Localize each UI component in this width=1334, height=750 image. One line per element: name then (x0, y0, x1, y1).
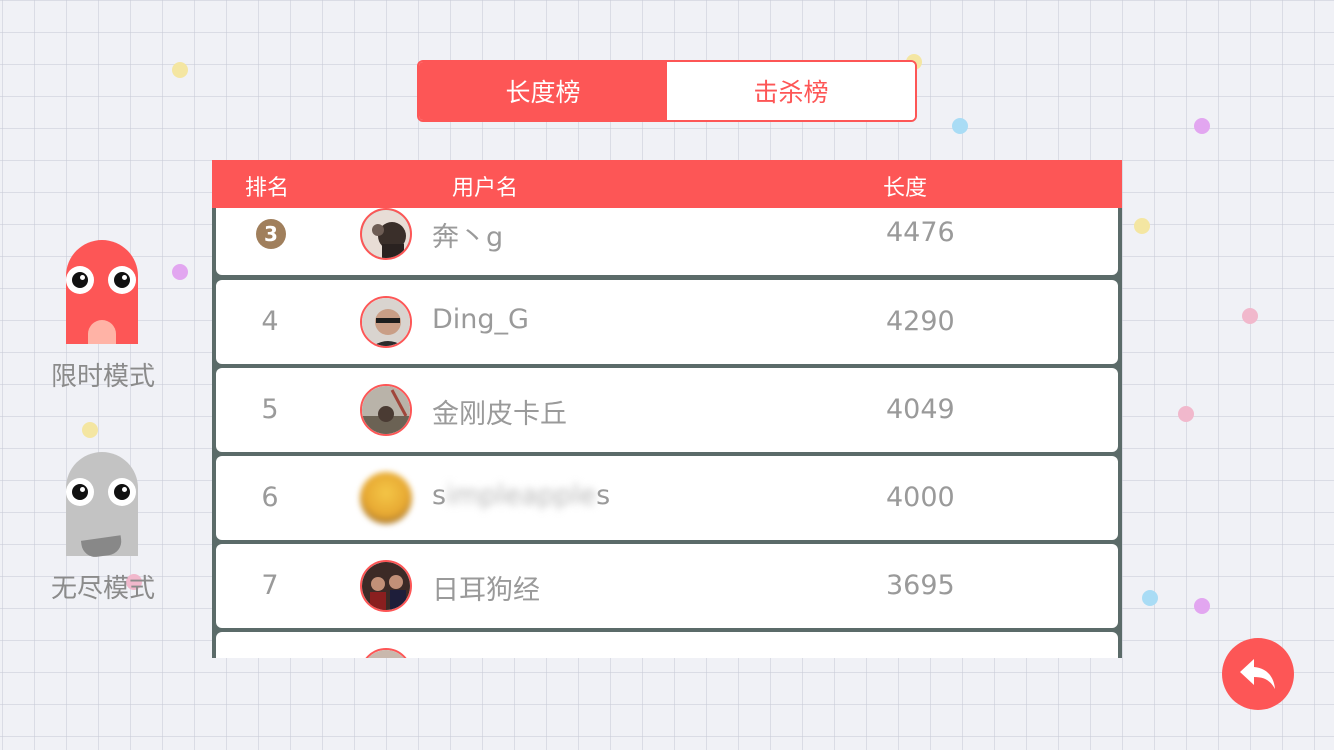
avatar (360, 208, 412, 260)
leaderboard-tabs: 长度榜 击杀榜 (417, 60, 917, 122)
table-row[interactable]: 7 日耳狗经 3695 (216, 544, 1118, 628)
tab-kills[interactable]: 击杀榜 (667, 62, 915, 120)
table-row[interactable]: 6 simpleapples 4000 (216, 456, 1118, 540)
timed-mode-button[interactable]: 限时模式 (40, 240, 166, 392)
table-row[interactable]: 4 Ding_G 4290 (216, 280, 1118, 364)
length-value: 3695 (886, 570, 955, 601)
table-row[interactable] (216, 632, 1118, 658)
username: 金刚皮卡丘 (432, 399, 567, 430)
gray-snake-icon (66, 452, 138, 559)
endless-mode-label: 无尽模式 (50, 574, 155, 604)
username: 日耳狗经 (432, 575, 540, 606)
food-dot (1134, 218, 1150, 234)
length-value: 4049 (886, 394, 955, 425)
length-value: 4290 (886, 306, 955, 337)
back-button[interactable] (1222, 638, 1294, 710)
food-dot (172, 264, 188, 280)
back-arrow-icon (1240, 659, 1275, 689)
rank-number: 5 (261, 394, 279, 425)
header-rank: 排名 (245, 176, 290, 201)
length-value: 4476 (886, 217, 955, 248)
endless-mode-button[interactable]: 无尽模式 (40, 452, 166, 604)
rank-number: 7 (261, 570, 279, 601)
bronze-medal-icon: 3 (256, 219, 286, 249)
food-dot (172, 62, 188, 78)
username: 奔丶g (432, 222, 504, 253)
length-value: 4000 (886, 482, 955, 513)
tab-length[interactable]: 长度榜 (419, 62, 667, 120)
avatar (360, 384, 412, 436)
food-dot (82, 422, 98, 438)
avatar (360, 472, 412, 524)
header-username: 用户名 (452, 176, 519, 201)
rank-number: 4 (261, 306, 279, 337)
food-dot (1178, 406, 1194, 422)
food-dot (1194, 598, 1210, 614)
rank-number: 6 (261, 482, 279, 513)
avatar (360, 296, 412, 348)
table-row[interactable]: 5 金刚皮卡丘 4049 (216, 368, 1118, 452)
leaderboard-table[interactable]: 排名 用户名 长度 3 奔丶g 4476 4 Ding_G 4290 5 金刚皮… (212, 160, 1122, 658)
red-snake-icon (66, 240, 138, 344)
table-header: 排名 用户名 长度 (212, 160, 1122, 208)
food-dot (1194, 118, 1210, 134)
food-dot (1142, 590, 1158, 606)
food-dot (952, 118, 968, 134)
avatar (360, 648, 412, 658)
username: Ding_G (432, 304, 529, 335)
food-dot (1242, 308, 1258, 324)
avatar (360, 560, 412, 612)
username: simpleapples (432, 480, 611, 511)
timed-mode-label: 限时模式 (50, 362, 155, 392)
header-length: 长度 (883, 176, 928, 201)
